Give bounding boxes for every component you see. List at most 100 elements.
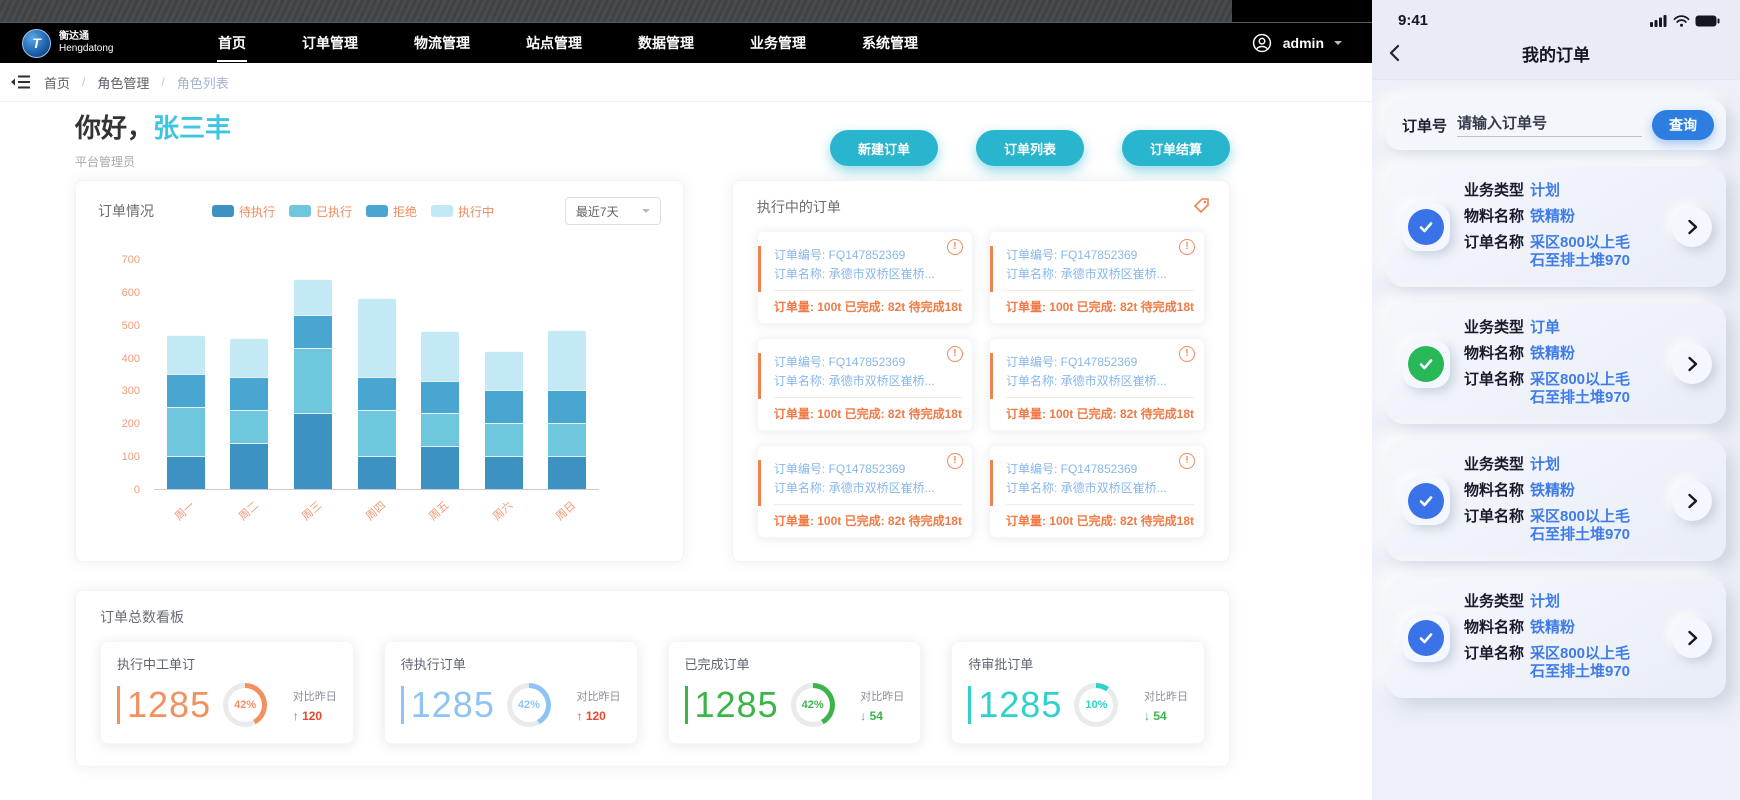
bar-segment-已执行 xyxy=(294,348,332,414)
main-row: 订单情况 待执行 已执行 xyxy=(75,180,1230,562)
order-quantity: 订单量: 100t 已完成: 82t 待完成18t xyxy=(1006,397,1194,422)
status-badge xyxy=(1402,477,1450,525)
x-tick-label: 周日 xyxy=(537,483,598,540)
stat-card-executing: 执行中工单订 1285 42% 对比昨日 ↑ 120 xyxy=(100,641,354,744)
stats-row: 执行中工单订 1285 42% 对比昨日 ↑ 120 xyxy=(100,641,1205,744)
date-range-value: 最近7天 xyxy=(576,203,619,220)
bar-segment-已执行 xyxy=(485,423,523,456)
chevron-right-icon xyxy=(1682,491,1702,511)
stat-accent-bar xyxy=(685,686,688,724)
order-list-item[interactable]: 业务类型 计划 物料名称 铁精粉 订单名称 采区800以上毛石至排土堆970 xyxy=(1386,577,1726,698)
stat-body: 1285 10% 对比昨日 ↓ 54 xyxy=(968,683,1188,727)
order-name: 订单名称: 承德市双桥区崔桥... xyxy=(774,479,962,496)
nav-item-logistics[interactable]: 物流管理 xyxy=(414,33,470,53)
order-name: 订单名称: 承德市双桥区崔桥... xyxy=(774,265,962,282)
order-card[interactable]: ! 订单编号: FQ147852369 订单名称: 承德市双桥区崔桥... 订单… xyxy=(989,338,1205,431)
item-detail-button[interactable] xyxy=(1672,344,1712,384)
stat-body: 1285 42% 对比昨日 ↓ 54 xyxy=(685,683,905,727)
order-settle-button[interactable]: 订单结算 xyxy=(1122,130,1230,166)
search-button[interactable]: 查询 xyxy=(1652,110,1714,140)
order-card[interactable]: ! 订单编号: FQ147852369 订单名称: 承德市双桥区崔桥... 订单… xyxy=(757,445,973,538)
bar-group xyxy=(218,259,282,489)
order-name: 订单名称: 承德市双桥区崔桥... xyxy=(1006,479,1194,496)
item-detail-button[interactable] xyxy=(1672,481,1712,521)
signal-icon xyxy=(1650,15,1668,27)
x-tick-label: 周三 xyxy=(283,483,344,540)
order-field-row: 物料名称 铁精粉 xyxy=(1464,208,1658,227)
y-tick-label: 100 xyxy=(122,451,140,463)
nav-item-home[interactable]: 首页 xyxy=(218,33,246,53)
bar-segment-拒绝 xyxy=(294,315,332,348)
order-list-item[interactable]: 业务类型 计划 物料名称 铁精粉 订单名称 采区800以上毛石至排土堆970 xyxy=(1386,440,1726,561)
order-card[interactable]: ! 订单编号: FQ147852369 订单名称: 承德市双桥区崔桥... 订单… xyxy=(989,231,1205,324)
mobile-app: 9:41 xyxy=(1372,0,1740,800)
stat-value-group: 1285 xyxy=(968,684,1062,726)
nav-item-business[interactable]: 业务管理 xyxy=(750,33,806,53)
date-range-select[interactable]: 最近7天 xyxy=(565,197,661,225)
stat-accent-bar xyxy=(117,686,120,724)
field-label: 物料名称 xyxy=(1464,208,1530,227)
screenshot-root: T 衡达通 Hengdatong 首页 订单管理 物流管理 站点管理 数据管理 … xyxy=(0,0,1740,800)
order-list-item[interactable]: 业务类型 计划 物料名称 铁精粉 订单名称 采区800以上毛石至排土堆970 xyxy=(1386,166,1726,287)
nav-item-stations[interactable]: 站点管理 xyxy=(526,33,582,53)
status-badge xyxy=(1402,203,1450,251)
compare-label: 对比昨日 xyxy=(293,688,337,704)
item-detail-button[interactable] xyxy=(1672,207,1712,247)
field-label: 订单名称 xyxy=(1464,234,1530,272)
order-list-button[interactable]: 订单列表 xyxy=(976,130,1084,166)
order-list-item[interactable]: 业务类型 订单 物料名称 铁精粉 订单名称 采区800以上毛石至排土堆970 xyxy=(1386,303,1726,424)
field-label: 物料名称 xyxy=(1464,482,1530,501)
order-card-accent-bar xyxy=(758,246,761,292)
stat-value-group: 1285 xyxy=(401,684,495,726)
logo-subtitle: Hengdatong xyxy=(59,43,114,55)
collapse-menu-icon[interactable] xyxy=(10,74,32,90)
compare-block: 对比昨日 ↑ 120 xyxy=(577,688,621,723)
plot-area-wrap: 周一周二周三周四周五周六周日 xyxy=(154,259,599,522)
legend-swatch xyxy=(366,205,388,217)
order-name: 订单名称: 承德市双桥区崔桥... xyxy=(1006,372,1194,389)
tag-icon xyxy=(1191,195,1211,215)
order-number: 订单编号: FQ147852369 xyxy=(774,353,962,370)
top-navbar: T 衡达通 Hengdatong 首页 订单管理 物流管理 站点管理 数据管理 … xyxy=(0,23,1372,63)
legend-item[interactable]: 拒绝 xyxy=(366,203,417,220)
back-chevron-icon[interactable] xyxy=(1384,41,1408,65)
breadcrumb-item-home[interactable]: 首页 xyxy=(44,73,70,92)
brand-logo[interactable]: T 衡达通 Hengdatong xyxy=(22,29,190,58)
order-card[interactable]: ! 订单编号: FQ147852369 订单名称: 承德市双桥区崔桥... 订单… xyxy=(989,445,1205,538)
breadcrumb-item-role-mgmt[interactable]: 角色管理 xyxy=(97,73,149,92)
chevron-right-icon xyxy=(1682,628,1702,648)
stat-card-pending: 待执行订单 1285 42% 对比昨日 ↑ 120 xyxy=(384,641,638,744)
nav-item-data[interactable]: 数据管理 xyxy=(638,33,694,53)
stat-card-approval: 待审批订单 1285 10% 对比昨日 ↓ 54 xyxy=(951,641,1205,744)
x-tick-label: 周四 xyxy=(346,483,407,540)
percent-ring: 42% xyxy=(791,683,835,727)
legend-item[interactable]: 待执行 xyxy=(212,203,275,220)
legend-item[interactable]: 执行中 xyxy=(431,203,494,220)
breadcrumb-separator: / xyxy=(82,75,85,89)
nav-item-orders[interactable]: 订单管理 xyxy=(302,33,358,53)
order-card[interactable]: ! 订单编号: FQ147852369 订单名称: 承德市双桥区崔桥... 订单… xyxy=(757,231,973,324)
compare-delta: ↑ 120 xyxy=(293,709,337,723)
y-tick-label: 400 xyxy=(122,353,140,365)
field-label: 物料名称 xyxy=(1464,619,1530,638)
order-fields: 业务类型 计划 物料名称 铁精粉 订单名称 采区800以上毛石至排土堆970 xyxy=(1464,456,1658,545)
bar-segment-执行中 xyxy=(421,331,459,380)
new-order-button[interactable]: 新建订单 xyxy=(830,130,938,166)
order-card[interactable]: ! 订单编号: FQ147852369 订单名称: 承德市双桥区崔桥... 订单… xyxy=(757,338,973,431)
executing-orders-grid: ! 订单编号: FQ147852369 订单名称: 承德市双桥区崔桥... 订单… xyxy=(757,231,1205,538)
order-number-input[interactable] xyxy=(1457,113,1642,137)
nav-item-system[interactable]: 系统管理 xyxy=(862,33,918,53)
mobile-navbar: 我的订单 xyxy=(1372,33,1740,73)
stat-card-completed: 已完成订单 1285 42% 对比昨日 ↓ 54 xyxy=(668,641,922,744)
chevron-right-icon xyxy=(1682,354,1702,374)
chart-legend: 待执行 已执行 拒绝 xyxy=(212,203,494,220)
legend-item[interactable]: 已执行 xyxy=(289,203,352,220)
compare-delta: ↑ 120 xyxy=(577,709,621,723)
item-detail-button[interactable] xyxy=(1672,618,1712,658)
stat-value: 1285 xyxy=(411,684,495,726)
field-value: 采区800以上毛石至排土堆970 xyxy=(1530,508,1644,546)
user-menu[interactable]: admin xyxy=(1251,32,1342,54)
check-circle-icon xyxy=(1408,620,1444,656)
compare-block: 对比昨日 ↓ 54 xyxy=(860,688,904,723)
bar-segment-拒绝 xyxy=(230,377,268,410)
